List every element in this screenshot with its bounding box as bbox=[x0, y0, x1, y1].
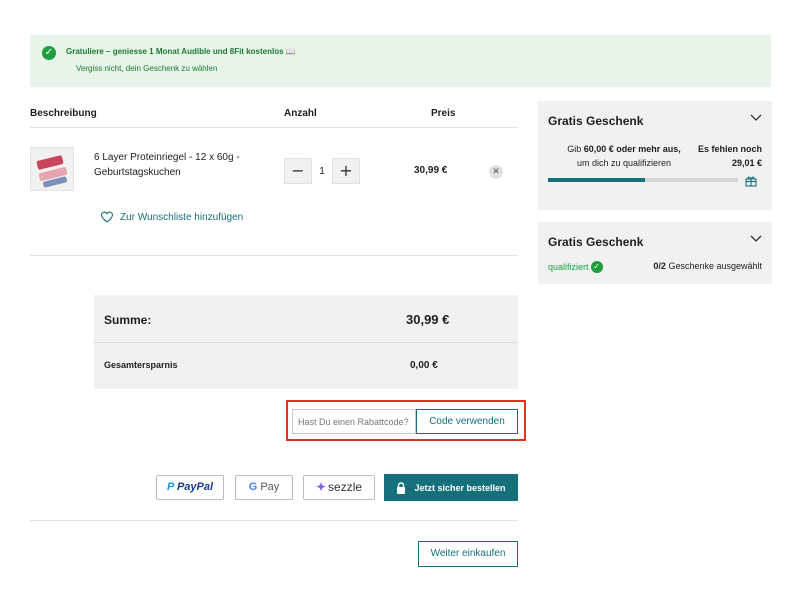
divider bbox=[30, 255, 518, 256]
place-order-button[interactable]: Jetzt sicher bestellen bbox=[384, 474, 518, 501]
sezzle-label: sezzle bbox=[328, 480, 363, 494]
free-gift-panel: Gratis Geschenk Gib 60,00 € oder mehr au… bbox=[538, 101, 772, 210]
qualified-label: qualifiziert bbox=[548, 262, 589, 272]
sum-value: 30,99 € bbox=[406, 312, 450, 327]
gift-panel-title: Gratis Geschenk bbox=[548, 235, 644, 249]
google-pay-button[interactable]: G Pay bbox=[235, 475, 293, 500]
column-header-quantity: Anzahl bbox=[284, 108, 317, 119]
remove-item-icon[interactable]: ✕ bbox=[489, 165, 503, 179]
check-circle-icon: ✓ bbox=[590, 261, 603, 273]
sezzle-button[interactable]: ✦ sezzle bbox=[303, 475, 375, 500]
column-header-price: Preis bbox=[431, 108, 456, 119]
continue-shopping-button[interactable]: Weiter einkaufen bbox=[418, 541, 518, 567]
coupon-code-input[interactable] bbox=[292, 409, 416, 434]
gift-threshold-message: Gib 60,00 € oder mehr aus, um dich zu qua… bbox=[567, 144, 681, 168]
gift-panel-title: Gratis Geschenk bbox=[548, 114, 644, 128]
chevron-down-icon[interactable] bbox=[750, 235, 762, 243]
google-g-icon: G bbox=[248, 481, 258, 493]
order-summary: Summe: 30,99 € Gesamtersparnis 0,00 € bbox=[94, 295, 518, 389]
gifts-selected-count: 0/2 Geschenke ausgewählt bbox=[653, 261, 762, 271]
gift-progress-bar bbox=[548, 178, 738, 182]
savings-value: 0,00 € bbox=[410, 360, 438, 371]
decrease-quantity-button[interactable]: − bbox=[284, 158, 312, 184]
column-header-description: Beschreibung bbox=[30, 108, 97, 119]
banner-title: Gratuliere – geniesse 1 Monat Audible un… bbox=[66, 47, 296, 56]
paypal-label: PayPal bbox=[176, 481, 214, 493]
free-gift-panel-qualified: Gratis Geschenk qualifiziert ✓ 0/2 Gesch… bbox=[538, 222, 772, 284]
qualified-status: qualifiziert ✓ bbox=[548, 261, 603, 273]
lock-icon bbox=[397, 481, 406, 494]
gift-missing-amount: Es fehlen noch 29,01 € bbox=[697, 144, 762, 168]
wishlist-label: Zur Wunschliste hinzufügen bbox=[120, 211, 244, 223]
success-banner: ✓ Gratuliere – geniesse 1 Monat Audible … bbox=[30, 35, 771, 87]
divider bbox=[30, 127, 518, 128]
add-to-wishlist-link[interactable]: Zur Wunschliste hinzufügen bbox=[100, 211, 243, 223]
gift-icon bbox=[745, 176, 757, 187]
paypal-icon: P bbox=[166, 481, 174, 493]
item-price: 30,99 € bbox=[414, 165, 448, 176]
sezzle-icon: ✦ bbox=[315, 480, 327, 494]
chevron-down-icon[interactable] bbox=[750, 114, 762, 122]
divider bbox=[30, 520, 518, 521]
sum-label: Summe: bbox=[104, 313, 152, 327]
banner-subtitle: Vergiss nicht, dein Geschenk zu wählen bbox=[76, 64, 218, 73]
quantity-value: 1 bbox=[319, 165, 325, 177]
apply-coupon-button[interactable]: Code verwenden bbox=[416, 409, 518, 434]
order-label: Jetzt sicher bestellen bbox=[414, 482, 506, 493]
gift-progress-fill bbox=[548, 178, 645, 182]
gpay-label: Pay bbox=[260, 481, 280, 493]
paypal-button[interactable]: P PayPal bbox=[156, 475, 224, 500]
product-name[interactable]: 6 Layer Proteinriegel - 12 x 60g - Gebur… bbox=[94, 150, 264, 180]
savings-label: Gesamtersparnis bbox=[104, 360, 178, 370]
heart-icon bbox=[100, 211, 114, 223]
quantity-stepper: − 1 + bbox=[284, 158, 360, 184]
check-circle-icon: ✓ bbox=[42, 46, 56, 60]
product-image[interactable] bbox=[30, 147, 74, 191]
increase-quantity-button[interactable]: + bbox=[332, 158, 360, 184]
